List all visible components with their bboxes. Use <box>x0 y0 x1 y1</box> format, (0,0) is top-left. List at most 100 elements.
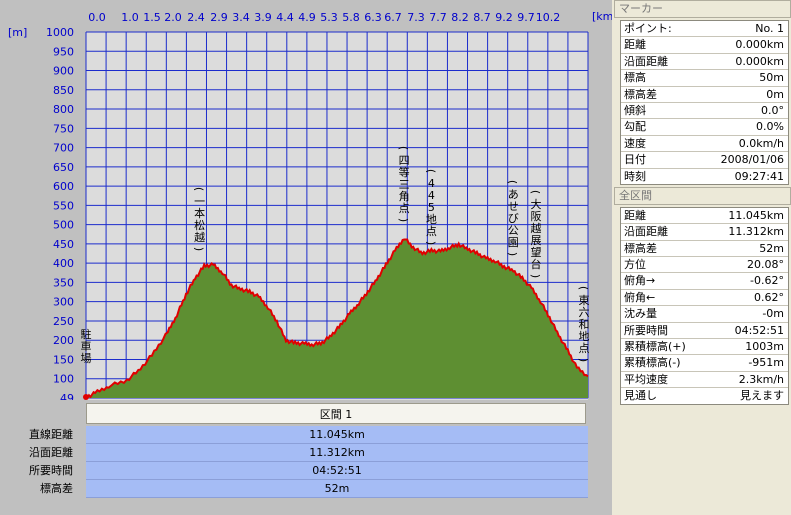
y-tick-label: 950 <box>53 45 74 58</box>
table-row: 累積標高(-) -951m <box>621 355 788 372</box>
table-row: 標高差 52m <box>621 241 788 258</box>
summary-label: 所要時間 <box>29 464 73 477</box>
row-key: 沿面距離 <box>624 54 668 68</box>
section-table: 距離 11.045km 沿面距離 11.312km 標高差 52m 方位 20.08° 俯角→ -… <box>620 206 789 405</box>
row-value: No. 1 <box>755 22 784 35</box>
x-tick-label: 8.7 <box>473 11 491 24</box>
elevation-profile-chart[interactable]: 0.0 1.0 1.5 2.0 2.4 2.9 3.4 3.9 4.4 4.9 5.3 5.8 6.3 6… <box>0 0 612 400</box>
row-key: ポイント: <box>624 22 672 35</box>
table-row: 勾配 0.0% <box>621 119 788 136</box>
x-tick-label: 2.0 <box>164 11 182 24</box>
y-unit-label: [m] <box>8 26 27 39</box>
x-tick-label: 7.3 <box>407 11 425 24</box>
summary-value: 11.312km <box>86 444 588 462</box>
y-tick-label: 600 <box>53 180 74 193</box>
row-value: 0.0° <box>761 103 784 117</box>
y-tick-label: 150 <box>53 353 74 366</box>
row-value: 11.045km <box>728 208 784 222</box>
row-value: 0.0km/h <box>738 136 784 150</box>
svg-text:): ) <box>397 218 410 222</box>
row-value: 09:27:41 <box>734 169 784 183</box>
y-tick-label: 400 <box>53 257 74 270</box>
table-row: 方位 20.08° <box>621 257 788 274</box>
row-value: 0.0% <box>756 120 784 134</box>
y-tick-label: 800 <box>53 103 74 116</box>
x-tick-label: 10.2 <box>536 11 561 24</box>
row-key: 日付 <box>624 153 646 167</box>
x-unit-label: [km] <box>592 10 612 23</box>
table-row: 距離 11.045km <box>621 208 788 225</box>
row-value: 0.62° <box>754 290 784 304</box>
table-row: 時刻 09:27:41 <box>621 169 788 184</box>
waypoint-label: (東六和地点) <box>577 286 590 362</box>
x-tick-label: 6.3 <box>364 11 382 24</box>
row-key: 標高 <box>624 71 646 85</box>
svg-text:駐: 駐 <box>81 327 92 341</box>
row-value: -0m <box>762 307 784 321</box>
row-value: 2008/01/06 <box>720 153 784 167</box>
waypoint-label: (大阪越展望台) <box>529 190 542 278</box>
y-axis-ticks: 1000 950 900 850 800 750 700 650 600 550 500 450 400… <box>46 26 74 400</box>
row-key: 標高差 <box>624 241 657 255</box>
y-tick-label: 450 <box>53 238 74 251</box>
y-tick-label: 49 <box>60 392 74 400</box>
waypoint-label: 駐車場 <box>81 327 92 365</box>
svg-text:越: 越 <box>530 221 541 235</box>
x-tick-label: 8.2 <box>451 11 469 24</box>
svg-text:園: 園 <box>508 236 519 249</box>
table-row: 沿面距離 11.312km <box>621 224 788 241</box>
row-key: 俯角← <box>624 290 656 304</box>
table-row: 所要時間 04:52:51 <box>621 323 788 340</box>
summary-label: 直線距離 <box>29 428 73 441</box>
row-value: -951m <box>748 356 784 370</box>
section-header[interactable]: 区間 1 <box>86 403 586 424</box>
x-tick-label: 4.4 <box>276 11 294 24</box>
y-tick-label: 900 <box>53 65 74 78</box>
table-row: ポイント: No. 1 <box>621 21 788 38</box>
row-value: 50m <box>759 71 784 85</box>
table-row: 傾斜 0.0° <box>621 103 788 120</box>
row-value: 52m <box>759 241 784 255</box>
row-key: 見通し <box>624 389 657 403</box>
summary-label: 沿面距離 <box>29 446 73 459</box>
row-key: 方位 <box>624 258 646 272</box>
x-tick-label: 4.9 <box>298 11 316 24</box>
svg-text:(: ( <box>577 286 590 290</box>
svg-text:): ) <box>424 241 437 245</box>
svg-text:点: 点 <box>426 225 437 238</box>
row-key: 平均速度 <box>624 372 668 386</box>
marker-point[interactable] <box>83 394 89 400</box>
svg-text:車: 車 <box>81 339 92 353</box>
svg-text:阪: 阪 <box>530 209 541 223</box>
y-tick-label: 550 <box>53 199 74 212</box>
row-key: 標高差 <box>624 87 657 101</box>
svg-text:松: 松 <box>194 218 205 232</box>
x-tick-label: 3.4 <box>232 11 250 24</box>
marker-panel-title: マーカー <box>614 0 791 18</box>
y-tick-label: 750 <box>53 122 74 135</box>
y-tick-label: 200 <box>53 334 74 347</box>
y-tick-label: 300 <box>53 296 74 309</box>
x-tick-label: 2.4 <box>187 11 205 24</box>
summary-value: 11.045km <box>86 426 588 444</box>
row-key: 累積標高(+) <box>624 340 686 354</box>
y-tick-label: 250 <box>53 315 74 328</box>
row-key: 累積標高(-) <box>624 356 681 370</box>
row-key: 俯角→ <box>624 274 656 288</box>
svg-text:台: 台 <box>530 257 541 271</box>
row-value: 1003m <box>745 340 784 354</box>
row-value: -0.62° <box>750 274 784 288</box>
summary-row: 直線距離 11.045km <box>0 426 612 444</box>
marker-table: ポイント: No. 1 距離 0.000km 沿面距離 0.000km 標高 50m 標高差 0m… <box>620 20 789 185</box>
row-value: 0m <box>766 87 784 101</box>
y-tick-label: 700 <box>53 142 74 155</box>
table-row: 見通し 見えます <box>621 388 788 403</box>
x-tick-label: 7.7 <box>429 11 447 24</box>
svg-text:点: 点 <box>579 342 590 355</box>
y-tick-label: 350 <box>53 276 74 289</box>
row-key: 速度 <box>624 136 646 150</box>
svg-text:): ) <box>506 252 519 256</box>
x-tick-label: 2.9 <box>210 11 228 24</box>
row-value: 20.08° <box>747 258 784 272</box>
x-tick-label: 9.2 <box>495 11 513 24</box>
